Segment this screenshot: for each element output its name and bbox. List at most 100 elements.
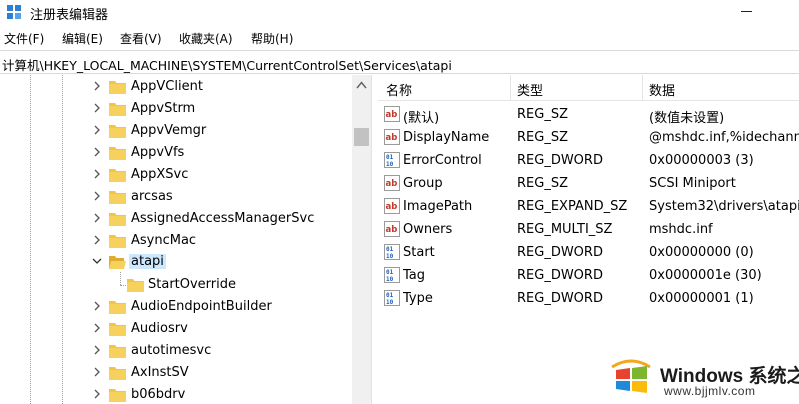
chevron-right-icon[interactable] bbox=[92, 103, 102, 113]
value-name: Start bbox=[403, 245, 435, 260]
folder-icon bbox=[127, 279, 144, 292]
tree-item-selected[interactable]: atapi bbox=[0, 251, 352, 273]
tree-item-label: AppVClient bbox=[131, 79, 203, 94]
column-header-name[interactable]: 名称 bbox=[386, 80, 412, 99]
watermark: Windows 系统之家 www.bjjmlv.com bbox=[610, 356, 799, 404]
menu-view[interactable]: 查看(V) bbox=[120, 30, 162, 47]
title-bar: 注册表编辑器 bbox=[0, 0, 799, 26]
value-type: REG_SZ bbox=[517, 107, 568, 122]
value-data: 0x00000001 (1) bbox=[649, 291, 754, 306]
chevron-right-icon[interactable] bbox=[92, 125, 102, 135]
svg-text:01: 01 bbox=[386, 154, 394, 161]
tree-scrollbar[interactable] bbox=[352, 75, 371, 404]
menu-edit[interactable]: 编辑(E) bbox=[62, 30, 103, 47]
scrollbar-thumb[interactable] bbox=[354, 128, 369, 146]
menu-help[interactable]: 帮助(H) bbox=[251, 30, 293, 47]
folder-icon bbox=[109, 81, 126, 94]
tree-item[interactable]: AudioEndpointBuilder bbox=[0, 296, 352, 318]
tree-item-label: autotimesvc bbox=[131, 343, 212, 358]
folder-icon bbox=[109, 235, 126, 248]
column-divider[interactable] bbox=[510, 75, 511, 101]
tree-item[interactable]: AsyncMac bbox=[0, 230, 352, 252]
chevron-down-icon[interactable] bbox=[92, 256, 102, 266]
value-row[interactable]: 01 10 ErrorControl REG_DWORD 0x00000003 (… bbox=[378, 149, 799, 172]
value-row[interactable]: ab (默认) REG_SZ (数值未设置) bbox=[378, 103, 799, 126]
tree-item-label: arcsas bbox=[131, 189, 173, 204]
chevron-right-icon[interactable] bbox=[92, 81, 102, 91]
svg-text:01: 01 bbox=[386, 269, 394, 276]
string-value-icon: ab bbox=[384, 106, 400, 122]
value-row[interactable]: 01 10 Type REG_DWORD 0x00000001 (1) bbox=[378, 287, 799, 310]
chevron-right-icon[interactable] bbox=[92, 191, 102, 201]
chevron-right-icon[interactable] bbox=[92, 323, 102, 333]
value-data: (数值未设置) bbox=[649, 111, 725, 126]
scroll-up-arrow-icon[interactable] bbox=[356, 81, 367, 89]
folder-icon bbox=[109, 147, 126, 160]
value-name: ImagePath bbox=[403, 199, 473, 214]
string-value-icon: ab bbox=[384, 198, 400, 214]
chevron-right-icon[interactable] bbox=[92, 169, 102, 179]
values-list[interactable]: 名称 类型 数据 ab (默认) REG_SZ (数值未设置) ab Displ… bbox=[378, 75, 799, 404]
chevron-right-icon[interactable] bbox=[92, 301, 102, 311]
binary-value-icon: 0110 bbox=[384, 244, 400, 260]
svg-text:01: 01 bbox=[386, 292, 394, 299]
value-name: ErrorControl bbox=[403, 153, 482, 168]
open-folder-icon bbox=[109, 256, 126, 269]
tree-item[interactable]: b06bdrv bbox=[0, 384, 352, 404]
value-data: @mshdc.inf,%idechannel bbox=[649, 130, 799, 145]
value-type: REG_SZ bbox=[517, 130, 568, 145]
value-row[interactable]: 01 10 Start REG_DWORD 0x00000000 (0) bbox=[378, 241, 799, 264]
address-path[interactable]: 计算机\HKEY_LOCAL_MACHINE\SYSTEM\CurrentCon… bbox=[2, 55, 452, 74]
svg-text:10: 10 bbox=[386, 161, 394, 168]
tree-item[interactable]: AppXSvc bbox=[0, 164, 352, 186]
value-row[interactable]: 01 10 Tag REG_DWORD 0x0000001e (30) bbox=[378, 264, 799, 287]
pane-splitter[interactable] bbox=[371, 75, 377, 404]
tree-item[interactable]: AxInstSV bbox=[0, 362, 352, 384]
value-type: REG_EXPAND_SZ bbox=[517, 199, 628, 214]
tree-item[interactable]: StartOverride bbox=[0, 274, 352, 296]
svg-text:ab: ab bbox=[386, 202, 398, 212]
tree-item-label: AsyncMac bbox=[131, 233, 197, 248]
chevron-right-icon[interactable] bbox=[92, 147, 102, 157]
tree-item[interactable]: AppvVfs bbox=[0, 142, 352, 164]
chevron-right-icon[interactable] bbox=[92, 389, 102, 399]
column-header-type[interactable]: 类型 bbox=[517, 80, 543, 99]
address-bar[interactable]: 计算机\HKEY_LOCAL_MACHINE\SYSTEM\CurrentCon… bbox=[0, 50, 799, 74]
value-row[interactable]: ab ImagePath REG_EXPAND_SZ System32\driv… bbox=[378, 195, 799, 218]
folder-icon bbox=[109, 323, 126, 336]
column-divider[interactable] bbox=[642, 75, 643, 101]
menu-bar: 文件(F) 编辑(E) 查看(V) 收藏夹(A) 帮助(H) bbox=[0, 28, 799, 48]
svg-text:10: 10 bbox=[386, 276, 394, 283]
value-data: 0x00000003 (3) bbox=[649, 153, 754, 168]
list-header: 名称 类型 数据 bbox=[378, 75, 799, 101]
svg-text:10: 10 bbox=[386, 253, 394, 260]
chevron-right-icon[interactable] bbox=[92, 345, 102, 355]
minimize-button[interactable] bbox=[741, 11, 752, 12]
column-header-data[interactable]: 数据 bbox=[649, 80, 675, 99]
folder-icon bbox=[109, 213, 126, 226]
menu-favorites[interactable]: 收藏夹(A) bbox=[179, 30, 233, 47]
key-tree[interactable]: AppVClient AppvStrm AppvVemgr AppvVfs Ap… bbox=[0, 75, 371, 404]
chevron-right-icon[interactable] bbox=[92, 367, 102, 377]
tree-item-label: AppXSvc bbox=[131, 167, 189, 182]
value-data: 0x00000000 (0) bbox=[649, 245, 754, 260]
value-row[interactable]: ab Group REG_SZ SCSI Miniport bbox=[378, 172, 799, 195]
value-name: Owners bbox=[403, 222, 453, 237]
folder-icon bbox=[109, 367, 126, 380]
chevron-right-icon[interactable] bbox=[92, 213, 102, 223]
tree-item[interactable]: Audiosrv bbox=[0, 318, 352, 340]
tree-item[interactable]: arcsas bbox=[0, 186, 352, 208]
svg-text:ab: ab bbox=[386, 110, 398, 120]
menu-file[interactable]: 文件(F) bbox=[4, 30, 44, 47]
string-value-icon: ab bbox=[384, 129, 400, 145]
value-row[interactable]: ab DisplayName REG_SZ @mshdc.inf,%idecha… bbox=[378, 126, 799, 149]
value-type: REG_DWORD bbox=[517, 245, 603, 260]
tree-item[interactable]: AssignedAccessManagerSvc bbox=[0, 208, 352, 230]
tree-item[interactable]: AppvVemgr bbox=[0, 120, 352, 142]
tree-item[interactable]: AppvStrm bbox=[0, 98, 352, 120]
tree-item[interactable]: AppVClient bbox=[0, 76, 352, 98]
value-row[interactable]: ab Owners REG_MULTI_SZ mshdc.inf bbox=[378, 218, 799, 241]
tree-item[interactable]: autotimesvc bbox=[0, 340, 352, 362]
tree-item-label: AppvVemgr bbox=[131, 123, 207, 138]
chevron-right-icon[interactable] bbox=[92, 235, 102, 245]
